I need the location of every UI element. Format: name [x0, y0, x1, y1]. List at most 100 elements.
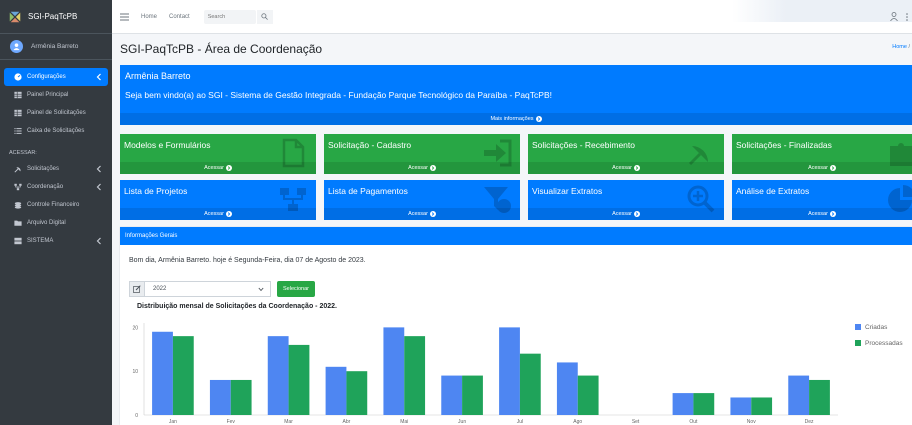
bar-criadas-jan — [152, 331, 173, 415]
welcome-message: Seja bem vindo(a) ao SGI - Sistema de Ge… — [125, 90, 552, 100]
more-vertical-icon[interactable] — [906, 13, 908, 21]
server-icon — [13, 236, 23, 246]
chevron-down-icon — [258, 287, 264, 292]
box-footer-label: Acessar — [612, 165, 632, 171]
more-info-label: Mais informações — [490, 116, 534, 122]
arrow-circle-right-icon — [225, 211, 232, 217]
box-title: Solicitações - Recebimento — [532, 140, 635, 150]
chart-container: Distribuição mensal de Solicitações da C… — [120, 303, 912, 425]
welcome-name: Armênia Barreto — [125, 71, 191, 81]
edit-button[interactable] — [129, 281, 145, 297]
bar-processadas-dez — [809, 379, 830, 415]
user-menu-icon[interactable] — [890, 12, 898, 21]
bar-processadas-jan — [172, 336, 194, 415]
x-tick-label: Jun — [458, 419, 466, 425]
box-solicitacoes-recebimento[interactable]: Solicitações - Recebimento Acessar — [528, 134, 724, 174]
sidebar-item-painel-solicitacoes[interactable]: Painel de Solicitações — [4, 104, 108, 122]
legend-swatch-processadas — [855, 340, 861, 346]
box-lista-projetos[interactable]: Lista de Projetos Acessar — [120, 180, 316, 220]
bar-criadas-mai — [383, 327, 405, 415]
box-lista-pagamentos[interactable]: Lista de Pagamentos Acessar — [324, 180, 520, 220]
x-tick-label: Mai — [400, 419, 408, 425]
search-input[interactable] — [203, 9, 256, 24]
satellite-icon — [13, 164, 23, 174]
search-icon — [261, 13, 269, 20]
box-title: Modelos e Formulários — [124, 140, 211, 150]
sidebar-item-label: SISTEMA — [27, 238, 54, 244]
box-footer-label: Acessar — [612, 211, 632, 217]
brand-name: SGI-PaqTcPB — [28, 12, 78, 21]
box-footer-label: Acessar — [808, 211, 828, 217]
bar-processadas-nov — [751, 397, 773, 415]
box-footer-link[interactable]: Acessar — [324, 208, 520, 220]
breadcrumb: Home / — [892, 44, 910, 50]
list-icon — [13, 126, 23, 136]
sidebar-item-label: Solicitações — [27, 166, 60, 172]
sidebar-item-arquivo-digital[interactable]: Arquivo Digital — [4, 214, 108, 232]
sidebar-item-configuracoes[interactable]: Configurações — [4, 68, 108, 86]
gauge-icon — [13, 72, 23, 82]
search-button[interactable] — [256, 9, 273, 24]
box-footer-link[interactable]: Acessar — [528, 162, 724, 174]
topbar-fade — [732, 0, 912, 22]
box-footer-link[interactable]: Acessar — [528, 208, 724, 220]
x-tick-label: Fev — [227, 419, 236, 425]
more-info-link[interactable]: Mais informações — [120, 113, 912, 125]
breadcrumb-separator: / — [908, 44, 910, 50]
box-title: Lista de Pagamentos — [328, 186, 408, 196]
sidebar-item-caixa-solicitacoes[interactable]: Caixa de Solicitações — [4, 122, 108, 140]
chevron-left-icon — [96, 183, 101, 191]
sidebar-item-label: Coordenação — [27, 184, 64, 190]
legend-label-processadas: Processadas — [865, 340, 903, 347]
breadcrumb-home[interactable]: Home — [892, 44, 907, 50]
sidebar-item-solicitacoes[interactable]: Solicitações — [4, 160, 108, 178]
legend-label-criadas: Criadas — [865, 324, 888, 331]
bar-criadas-abr — [325, 366, 347, 415]
sidebar-item-label: Painel Principal — [27, 92, 69, 98]
page-title: SGI-PaqTcPB - Área de Coordenação — [120, 42, 323, 56]
info-card-header: Informações Gerais — [120, 227, 912, 245]
chevron-left-icon — [96, 165, 101, 173]
sidebar-item-controle-financeiro[interactable]: Controle Financeiro — [4, 196, 108, 214]
year-select[interactable]: 2022 — [145, 281, 271, 297]
box-footer-link[interactable]: Acessar — [732, 208, 912, 220]
x-tick-label: Dez — [805, 419, 814, 425]
box-footer-link[interactable]: Acessar — [732, 162, 912, 174]
sidebar-item-label: Arquivo Digital — [27, 220, 66, 226]
box-footer-link[interactable]: Acessar — [324, 162, 520, 174]
table-icon — [13, 90, 23, 100]
box-title: Análise de Extratos — [736, 186, 810, 196]
box-analise-extratos[interactable]: Análise de Extratos Acessar — [732, 180, 912, 220]
box-modelos-formularios[interactable]: Modelos e Formulários Acessar — [120, 134, 316, 174]
x-tick-label: Ago — [573, 419, 582, 425]
table-icon — [13, 108, 23, 118]
bar-processadas-mar — [288, 344, 310, 415]
box-footer-link[interactable]: Acessar — [120, 162, 316, 174]
hamburger-icon[interactable] — [120, 13, 129, 21]
main-content: SGI-PaqTcPB - Área de Coordenação Home /… — [112, 34, 912, 425]
welcome-box: Armênia Barreto Seja bem vindo(a) ao SGI… — [120, 65, 912, 125]
bar-criadas-ago — [556, 362, 578, 415]
brand[interactable]: SGI-PaqTcPB — [0, 0, 112, 34]
box-footer-link[interactable]: Acessar — [120, 208, 316, 220]
box-solicitacoes-finalizadas[interactable]: Solicitações - Finalizadas Acessar — [732, 134, 912, 174]
arrow-circle-right-icon — [829, 165, 836, 171]
avatar — [10, 40, 23, 53]
user-panel[interactable]: Armênia Barreto — [0, 34, 112, 60]
nav-link-home[interactable]: Home — [141, 14, 157, 20]
box-solicitacao-cadastro[interactable]: Solicitação - Cadastro Acessar — [324, 134, 520, 174]
bar-processadas-mai — [404, 336, 426, 415]
page-header: SGI-PaqTcPB - Área de Coordenação — [112, 34, 912, 64]
y-tick-label: 0 — [135, 413, 138, 419]
sidebar-item-label: Painel de Solicitações — [27, 110, 86, 116]
nav-link-contact[interactable]: Contact — [169, 14, 190, 20]
sidebar-item-painel-principal[interactable]: Painel Principal — [4, 86, 108, 104]
box-visualizar-extratos[interactable]: Visualizar Extratos Acessar — [528, 180, 724, 220]
sidebar-item-coordenacao[interactable]: Coordenação — [4, 178, 108, 196]
sidebar-item-sistema[interactable]: SISTEMA — [4, 232, 108, 250]
chevron-left-icon — [96, 73, 101, 81]
folder-icon — [13, 218, 23, 228]
select-button[interactable]: Selecionar — [277, 281, 315, 297]
x-tick-label: Jan — [169, 419, 177, 425]
brand-logo-icon — [9, 11, 21, 22]
